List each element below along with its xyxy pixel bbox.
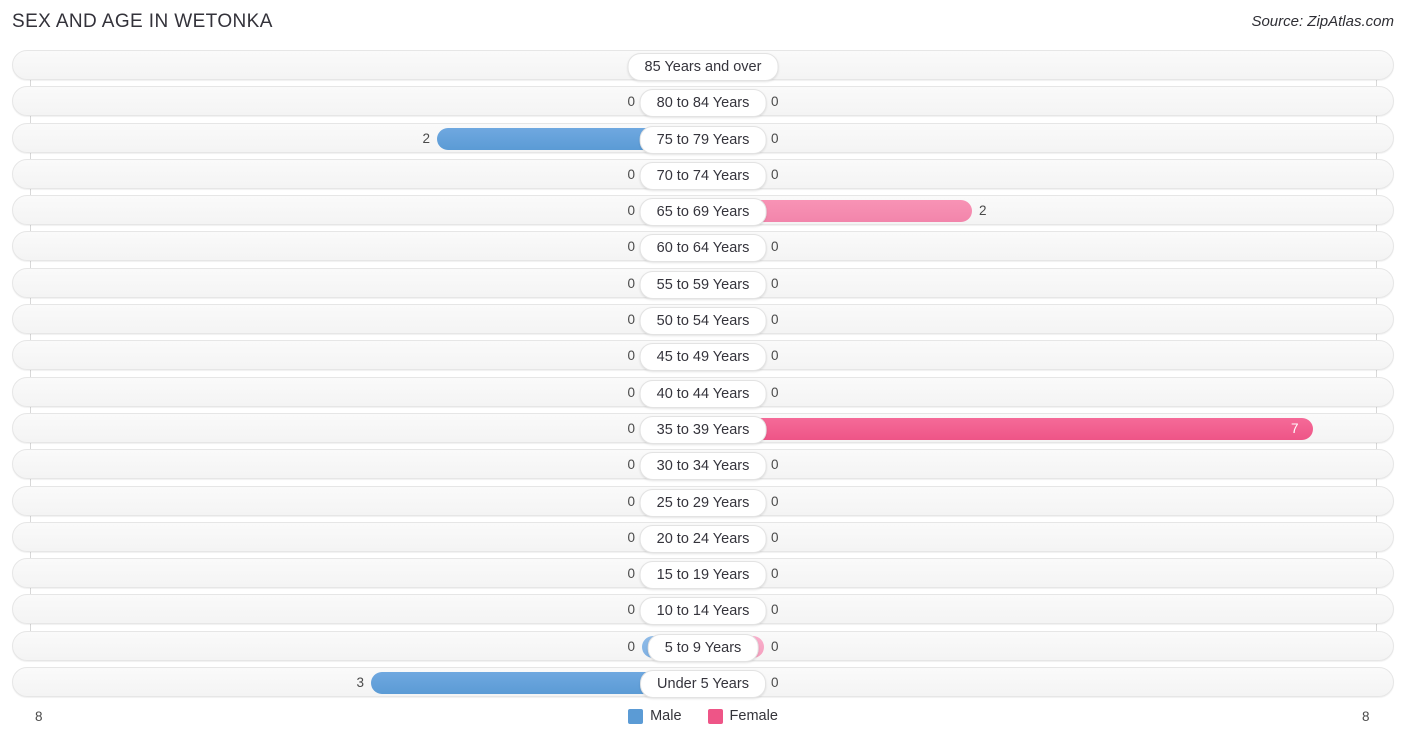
- age-group-label: 25 to 29 Years: [639, 488, 767, 517]
- legend-item-female[interactable]: Female: [707, 708, 778, 724]
- female-value-label: 0: [771, 384, 779, 400]
- female-value-label: 0: [771, 275, 779, 291]
- legend-item-male[interactable]: Male: [628, 708, 682, 724]
- male-value-label: 0: [627, 420, 635, 436]
- age-group-label: 50 to 54 Years: [639, 307, 767, 336]
- age-group-label: 80 to 84 Years: [639, 89, 767, 118]
- age-group-label: 35 to 39 Years: [639, 415, 767, 444]
- female-value-label: 0: [771, 566, 779, 582]
- female-value-label: 7: [1291, 420, 1299, 436]
- table-row[interactable]: 0 0 20 to 24 Years: [12, 521, 1394, 553]
- age-group-label: 75 to 79 Years: [639, 125, 767, 154]
- age-group-label: 5 to 9 Years: [647, 633, 759, 662]
- age-group-label: 30 to 34 Years: [639, 452, 767, 481]
- female-value-label: 0: [771, 130, 779, 146]
- table-row[interactable]: 0 7 35 to 39 Years: [12, 412, 1394, 444]
- table-row[interactable]: 3 0 Under 5 Years: [12, 667, 1394, 699]
- male-color-swatch: [628, 708, 644, 724]
- age-group-label: Under 5 Years: [640, 670, 766, 699]
- male-value-label: 0: [627, 312, 635, 328]
- female-bar[interactable]: [704, 417, 1313, 440]
- page-title: SEX AND AGE IN WETONKA: [12, 11, 273, 32]
- male-value-label: 0: [627, 566, 635, 582]
- male-value-label: 0: [627, 239, 635, 255]
- male-value-label: 0: [627, 203, 635, 219]
- age-group-label: 40 to 44 Years: [639, 379, 767, 408]
- age-group-rows: 0085 Years and over0080 to 84 Years2075 …: [0, 50, 1406, 703]
- age-group-label: 65 to 69 Years: [639, 198, 767, 227]
- age-group-label: 55 to 59 Years: [639, 270, 767, 299]
- female-value-label: 0: [771, 239, 779, 255]
- male-value-label: 0: [627, 602, 635, 618]
- table-row[interactable]: 0 0 30 to 34 Years: [12, 449, 1394, 481]
- male-value-label: 0: [627, 457, 635, 473]
- female-value-label: 0: [771, 94, 779, 110]
- female-value-label: 2: [979, 203, 987, 219]
- age-group-label: 15 to 19 Years: [639, 561, 767, 590]
- chart-footer: 8 8 Male Female: [0, 701, 1406, 741]
- table-row[interactable]: 0 0 40 to 44 Years: [12, 376, 1394, 408]
- male-value-label: 0: [627, 166, 635, 182]
- table-row[interactable]: 0 0 55 to 59 Years: [12, 267, 1394, 299]
- male-value-label: 0: [627, 529, 635, 545]
- female-value-label: 0: [771, 675, 779, 691]
- female-value-label: 0: [771, 166, 779, 182]
- male-value-label: 2: [422, 130, 430, 146]
- table-row[interactable]: 0 0 25 to 29 Years: [12, 485, 1394, 517]
- table-row[interactable]: 0085 Years and over: [12, 50, 1394, 81]
- table-row[interactable]: 0 0 70 to 74 Years: [12, 158, 1394, 190]
- legend-label-male: Male: [650, 708, 682, 724]
- legend-label-female: Female: [729, 708, 778, 724]
- table-row[interactable]: 0 0 45 to 49 Years: [12, 340, 1394, 372]
- male-value-label: 0: [627, 638, 635, 654]
- female-value-label: 0: [771, 493, 779, 509]
- table-row[interactable]: 0 0 80 to 84 Years: [12, 86, 1394, 118]
- table-row[interactable]: 2 0 75 to 79 Years: [12, 122, 1394, 154]
- table-row[interactable]: 0 0 60 to 64 Years: [12, 231, 1394, 263]
- age-group-label: 70 to 74 Years: [639, 161, 767, 190]
- female-value-label: 0: [771, 529, 779, 545]
- male-value-label: 0: [627, 384, 635, 400]
- female-color-swatch: [707, 708, 723, 724]
- population-pyramid-plot: 0085 Years and over0080 to 84 Years2075 …: [0, 46, 1406, 701]
- table-row[interactable]: 0 0 10 to 14 Years: [12, 594, 1394, 626]
- female-value-label: 0: [771, 457, 779, 473]
- source-attribution: Source: ZipAtlas.com: [1251, 13, 1394, 30]
- male-value-label: 3: [356, 675, 364, 691]
- table-row[interactable]: 0 0 15 to 19 Years: [12, 558, 1394, 590]
- age-group-label: 20 to 24 Years: [639, 524, 767, 553]
- male-value-label: 0: [627, 275, 635, 291]
- age-group-label: 60 to 64 Years: [639, 234, 767, 263]
- table-row[interactable]: 0 0 5 to 9 Years: [12, 630, 1394, 662]
- table-row[interactable]: 0 0 50 to 54 Years: [12, 304, 1394, 336]
- female-value-label: 0: [771, 348, 779, 364]
- male-value-label: 0: [627, 493, 635, 509]
- female-value-label: 0: [771, 602, 779, 618]
- age-group-label: 45 to 49 Years: [639, 343, 767, 372]
- female-value-label: 0: [771, 312, 779, 328]
- chart-header: SEX AND AGE IN WETONKA Source: ZipAtlas.…: [0, 0, 1406, 46]
- age-group-label: 10 to 14 Years: [639, 597, 767, 626]
- male-value-label: 0: [627, 348, 635, 364]
- chart-legend: Male Female: [0, 708, 1406, 724]
- male-value-label: 0: [627, 94, 635, 110]
- age-group-label: 85 Years and over: [627, 53, 779, 81]
- female-value-label: 0: [771, 638, 779, 654]
- table-row[interactable]: 0 2 65 to 69 Years: [12, 195, 1394, 227]
